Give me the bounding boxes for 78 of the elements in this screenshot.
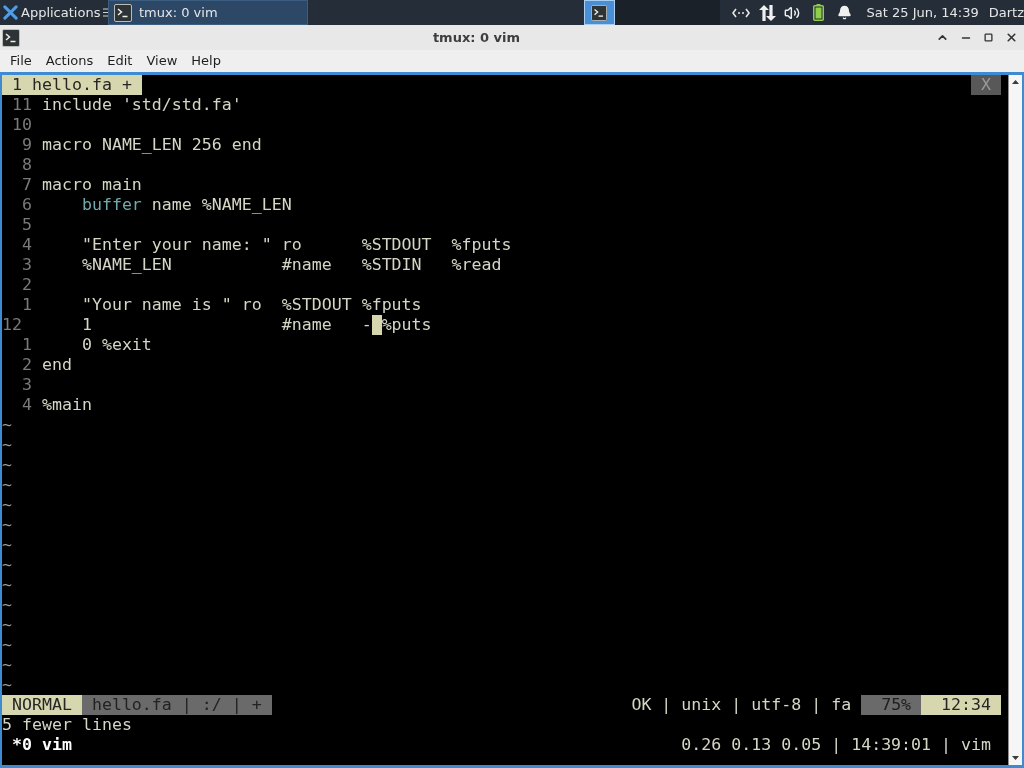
line-number: 10 (12, 115, 32, 135)
code-line: 0 %exit (81, 335, 152, 355)
line-number: 3 (21, 375, 32, 395)
line-number: 2 (21, 275, 32, 295)
menu-item[interactable]: File (3, 51, 39, 71)
code-line: 1 #name - (81, 315, 372, 335)
terminal-icon (591, 4, 608, 21)
empty-line-marker: ~ (2, 635, 12, 655)
code-line: %puts (381, 315, 432, 335)
code-line: macro main (41, 175, 142, 195)
line-number: 5 (21, 215, 32, 235)
x-logo-icon (3, 5, 18, 20)
empty-line-marker: ~ (2, 435, 12, 455)
scroll-down-arrow-icon[interactable] (1012, 756, 1019, 760)
code-line: %NAME_LEN #name %STDIN %read (81, 255, 502, 275)
line-number: 1 (21, 335, 32, 355)
code-line: end (41, 355, 72, 375)
user-name[interactable]: Dartz (988, 2, 1024, 23)
line-number: 6 (21, 195, 32, 215)
menu-item[interactable]: View (139, 51, 185, 71)
empty-line-marker: ~ (2, 655, 12, 675)
workspace-button[interactable] (583, 0, 615, 25)
empty-line-marker: ~ (2, 515, 12, 535)
line-number: 2 (21, 355, 32, 375)
empty-line-marker: ~ (2, 535, 12, 555)
file-status: OK | unix | utf-8 | fa (631, 695, 852, 715)
transfer-arrows-icon[interactable] (758, 4, 776, 21)
file-info: hello.fa | :/ | + (81, 695, 272, 715)
line-number: 7 (21, 175, 32, 195)
line-number: 8 (21, 155, 32, 175)
code-line: buffer name %NAME_LEN (81, 195, 292, 215)
scrollbar[interactable] (1008, 75, 1022, 765)
empty-line-marker: ~ (2, 475, 12, 495)
line-number: 12 (2, 315, 22, 335)
maximize-icon (984, 33, 993, 42)
workspace-button[interactable] (614, 0, 650, 25)
network-icon[interactable] (731, 7, 750, 18)
command-line-message: 5 fewer lines (2, 715, 132, 735)
volume-icon[interactable] (783, 4, 800, 21)
line-number: 11 (12, 95, 32, 115)
empty-line-marker: ~ (2, 415, 12, 435)
terminal-icon (114, 3, 132, 22)
close-icon (1005, 31, 1018, 44)
menu-icon (103, 8, 109, 17)
line-number: 1 (21, 295, 32, 315)
menu-item[interactable]: Actions (38, 51, 101, 71)
code-line: include 'std/std.fa' (41, 95, 242, 115)
empty-line-marker: ~ (2, 495, 12, 515)
empty-line-marker: ~ (2, 575, 12, 595)
code-line: "Your name is " ro %STDOUT %fputs (81, 295, 422, 315)
empty-line-marker: ~ (2, 595, 12, 615)
empty-line-marker: ~ (2, 675, 12, 695)
menu-item[interactable]: Help (184, 51, 228, 71)
line-number: 4 (21, 235, 32, 255)
tmux-status-info: 0.26 0.13 0.05 | 14:39:01 | vim (681, 735, 992, 755)
code-line: "Enter your name: " ro %STDOUT %fputs (81, 235, 512, 255)
window-title: tmux: 0 vim (431, 28, 522, 47)
scroll-percent: 75% (861, 695, 922, 715)
line-number: 3 (21, 255, 32, 275)
code-line: macro NAME_LEN 256 end (41, 135, 262, 155)
battery-icon[interactable] (812, 4, 824, 21)
cursor-position: 12:34 (921, 695, 1001, 715)
empty-line-marker: ~ (2, 555, 12, 575)
menu-item[interactable]: Edit (100, 51, 140, 71)
tmux-window-tab[interactable]: *0 vim (12, 735, 72, 755)
cursor-block-icon (371, 315, 382, 335)
empty-line-marker: ~ (2, 615, 12, 635)
mode-indicator: NORMAL (2, 695, 82, 715)
bell-icon[interactable] (836, 5, 852, 20)
editor-tab[interactable]: 1 hello.fa + (2, 75, 142, 95)
code-line: %main (41, 395, 92, 415)
taskbar-button[interactable]: tmux: 0 vim (108, 0, 308, 25)
empty-line-marker: ~ (2, 455, 12, 475)
applications-menu[interactable]: Applications (0, 0, 108, 25)
line-number: 4 (21, 395, 32, 415)
panel-clock[interactable]: Sat 25 Jun, 14:39 (866, 2, 979, 23)
scroll-up-arrow-icon[interactable] (1012, 80, 1019, 84)
line-number: 9 (21, 135, 32, 155)
